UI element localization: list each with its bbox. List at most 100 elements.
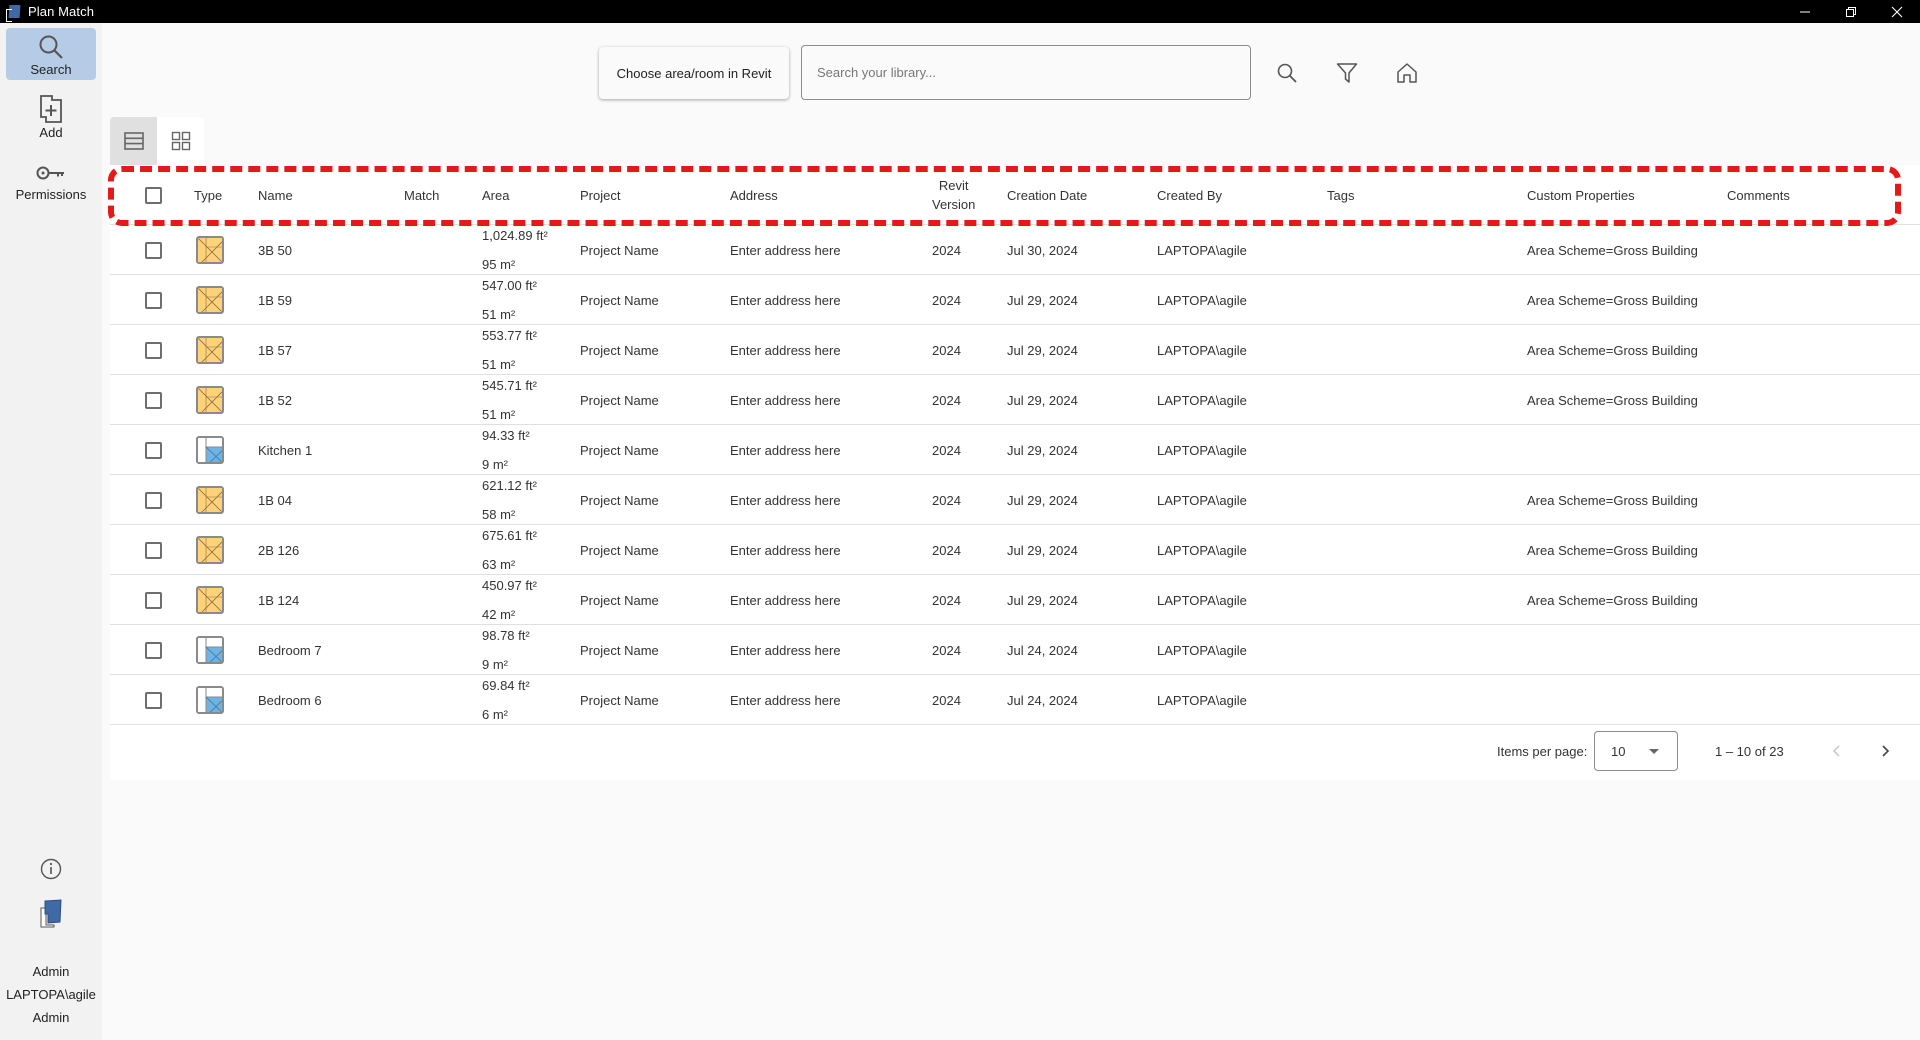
cell-type [196, 325, 224, 375]
cell-creation-date: Jul 29, 2024 [1007, 392, 1078, 408]
choose-area-room-button[interactable]: Choose area/room in Revit [599, 47, 789, 99]
items-per-page-select[interactable]: 10 [1594, 731, 1678, 771]
row-checkbox[interactable] [145, 225, 162, 275]
area-metric: 51 m² [482, 357, 516, 372]
row-checkbox[interactable] [145, 475, 162, 525]
row-checkbox[interactable] [145, 375, 162, 425]
cell-address: Enter address here [730, 642, 841, 658]
column-header-comments[interactable]: Comments [1727, 165, 1790, 225]
items-per-page-label: Items per page: [1497, 744, 1588, 759]
column-header-creation-date[interactable]: Creation Date [1007, 165, 1087, 225]
column-header-name[interactable]: Name [258, 165, 293, 225]
row-checkbox[interactable] [145, 425, 162, 475]
table-row[interactable]: 1B 59 Project Name Enter address here 2024 J… [110, 275, 1920, 325]
row-checkbox[interactable] [145, 675, 162, 725]
row-checkbox[interactable] [145, 525, 162, 575]
area-imperial: 450.97 ft² [482, 578, 537, 593]
column-header-address[interactable]: Address [730, 165, 778, 225]
list-view-button[interactable] [110, 117, 157, 165]
cell-creation-date: Jul 24, 2024 [1007, 692, 1078, 708]
column-header-type[interactable]: Type [194, 165, 222, 225]
user-role: Admin [32, 964, 70, 979]
search-input[interactable] [801, 45, 1251, 100]
window-title: Plan Match [28, 4, 95, 19]
next-page-button[interactable] [1870, 736, 1900, 766]
select-all-checkbox[interactable] [145, 165, 162, 225]
table-row[interactable]: Kitchen 1 Project Name Enter address here 2… [110, 425, 1920, 475]
area-metric: 6 m² [482, 707, 508, 722]
cell-creation-date: Jul 29, 2024 [1007, 492, 1078, 508]
title-bar: Plan Match [0, 0, 1920, 23]
plan-match-logo [0, 898, 102, 931]
cell-created-by: LAPTOPA\agile [1157, 342, 1247, 358]
column-header-created-by[interactable]: Created By [1157, 165, 1222, 225]
column-header-revit-version-line1: Revit [938, 178, 969, 193]
cell-created-by: LAPTOPA\agile [1157, 542, 1247, 558]
table-row[interactable]: 1B 57 Project Name Enter address here 2024 J… [110, 325, 1920, 375]
cell-area: 69.84 ft² 6 m² [482, 675, 530, 725]
checkbox-box [145, 341, 162, 359]
filter-button[interactable] [1332, 58, 1362, 88]
minimize-button[interactable] [1782, 0, 1828, 23]
table-row[interactable]: Bedroom 6 Project Name Enter address here 2… [110, 675, 1920, 725]
list-view-icon [123, 132, 144, 150]
cell-project: Project Name [580, 342, 659, 358]
cell-type [196, 225, 224, 275]
cell-area: 547.00 ft² 51 m² [482, 275, 537, 325]
table-row[interactable]: 2B 126 Project Name Enter address here 2024… [110, 525, 1920, 575]
area-metric: 58 m² [482, 507, 516, 522]
column-header-project[interactable]: Project [580, 165, 620, 225]
cell-project: Project Name [580, 292, 659, 308]
checkbox-box [145, 186, 162, 204]
page-range-label: 1 – 10 of 23 [1715, 744, 1784, 759]
area-type-icon [196, 486, 224, 514]
cell-project: Project Name [580, 592, 659, 608]
row-checkbox[interactable] [145, 625, 162, 675]
area-type-icon [196, 386, 224, 414]
cell-custom-properties: Area Scheme=Gross Building [1527, 542, 1698, 558]
sidebar-item-permissions[interactable]: Permissions [6, 164, 96, 216]
cell-address: Enter address here [730, 442, 841, 458]
info-button[interactable] [0, 858, 102, 883]
close-button[interactable] [1874, 0, 1920, 23]
column-header-tags[interactable]: Tags [1327, 165, 1354, 225]
cell-creation-date: Jul 30, 2024 [1007, 242, 1078, 258]
table-header: Type Name Match Area Project Address Rev… [110, 165, 1920, 225]
user-account: LAPTOPA\agile [6, 987, 96, 1002]
area-metric: 95 m² [482, 257, 516, 272]
column-header-area[interactable]: Area [482, 165, 509, 225]
cell-project: Project Name [580, 542, 659, 558]
table-row[interactable]: Bedroom 7 Project Name Enter address here 2… [110, 625, 1920, 675]
table-row[interactable]: 1B 52 Project Name Enter address here 2024 J… [110, 375, 1920, 425]
previous-page-button[interactable] [1822, 736, 1852, 766]
column-header-custom-properties[interactable]: Custom Properties [1527, 165, 1635, 225]
checkbox-box [145, 491, 162, 509]
column-header-match[interactable]: Match [404, 165, 439, 225]
home-button[interactable] [1392, 58, 1422, 88]
restore-button[interactable] [1828, 0, 1874, 23]
cell-type [196, 425, 224, 475]
cell-project: Project Name [580, 642, 659, 658]
search-button[interactable] [1272, 58, 1302, 88]
restore-icon [1846, 6, 1856, 17]
table-row[interactable]: 3B 50 Project Name Enter address here 2024 J… [110, 225, 1920, 275]
cell-type [196, 625, 224, 675]
row-checkbox[interactable] [145, 325, 162, 375]
sidebar-item-add[interactable]: Add [6, 95, 96, 147]
cell-address: Enter address here [730, 592, 841, 608]
grid-view-button[interactable] [157, 117, 204, 165]
cell-custom-properties: Area Scheme=Gross Building [1527, 492, 1698, 508]
table-row[interactable]: 1B 124 Project Name Enter address here 2024… [110, 575, 1920, 625]
search-icon [39, 35, 63, 59]
column-header-revit-version[interactable]: Revit Version [932, 165, 975, 225]
area-imperial: 547.00 ft² [482, 278, 537, 293]
row-checkbox[interactable] [145, 575, 162, 625]
chevron-left-icon [1832, 745, 1840, 757]
cell-created-by: LAPTOPA\agile [1157, 492, 1247, 508]
table-row[interactable]: 1B 04 Project Name Enter address here 2024 J… [110, 475, 1920, 525]
cell-revit-version: 2024 [932, 442, 961, 458]
cell-custom-properties: Area Scheme=Gross Building [1527, 242, 1698, 258]
cell-area: 450.97 ft² 42 m² [482, 575, 537, 625]
sidebar-item-search[interactable]: Search [6, 28, 96, 80]
row-checkbox[interactable] [145, 275, 162, 325]
